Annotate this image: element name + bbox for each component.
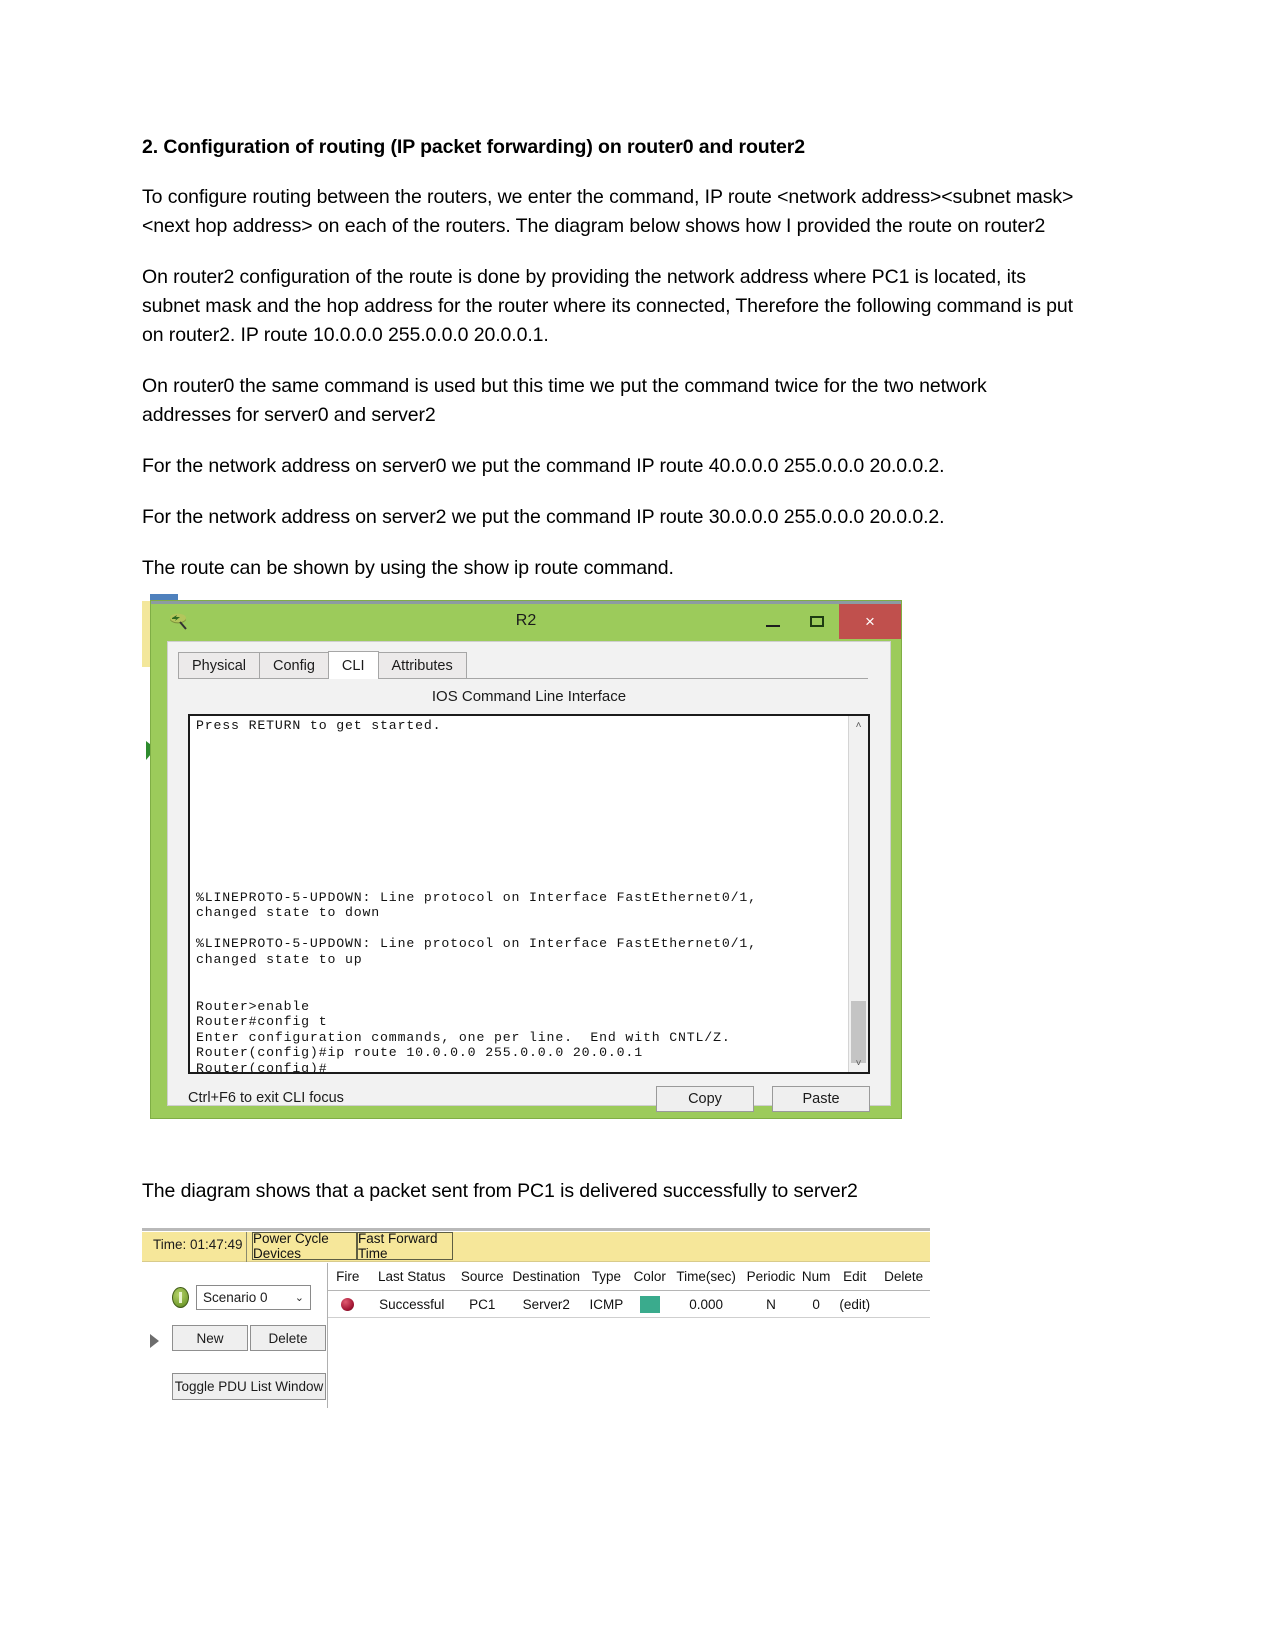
cell-destination: Server2 <box>522 1296 570 1312</box>
new-scenario-button[interactable]: New <box>172 1325 248 1351</box>
cell-type: ICMP <box>589 1296 624 1312</box>
toggle-pdu-list-window-button[interactable]: Toggle PDU List Window <box>172 1373 326 1400</box>
window-content: Physical Config CLI Attributes IOS Comma… <box>167 641 891 1112</box>
cli-terminal[interactable]: Press RETURN to get started. %LINEPROTO-… <box>188 714 870 1074</box>
window-controls: × <box>751 604 901 639</box>
cell-color <box>629 1295 670 1313</box>
minimize-icon <box>766 624 780 627</box>
tab-physical[interactable]: Physical <box>178 652 260 678</box>
cli-focus-hint: Ctrl+F6 to exit CLI focus <box>188 1090 344 1106</box>
column-header-num: Num <box>801 1269 831 1284</box>
column-header-destination: Destination <box>512 1269 580 1284</box>
column-header-time: Time(sec) <box>676 1269 736 1284</box>
router-cli-window: R2 × Physical Config CLI Attributes IOS … <box>150 600 902 1119</box>
column-header-source: Source <box>460 1269 504 1284</box>
delete-scenario-button[interactable]: Delete <box>250 1325 326 1351</box>
chevron-down-icon: ⌄ <box>294 1292 304 1304</box>
cell-periodic: N <box>766 1296 776 1312</box>
paragraph-3: On router0 the same command is used but … <box>142 374 987 427</box>
column-header-periodic: Periodic <box>746 1269 796 1284</box>
scenario-dropdown[interactable]: Scenario 0 ⌄ <box>196 1285 311 1310</box>
column-header-type: Type <box>591 1269 622 1284</box>
document-body: 2. Configuration of routing (IP packet f… <box>142 135 1074 605</box>
fast-forward-time-button[interactable]: Fast Forward Time <box>357 1231 453 1261</box>
cell-time: 0.000 <box>689 1296 724 1312</box>
pdu-table: Fire Last Status Source Destination Type… <box>328 1263 930 1318</box>
column-header-color: Color <box>633 1269 666 1284</box>
paste-button[interactable]: Paste <box>772 1086 870 1112</box>
tab-config[interactable]: Config <box>259 652 329 678</box>
cli-section-title: IOS Command Line Interface <box>431 688 627 705</box>
page-heading: 2. Configuration of routing (IP packet f… <box>142 136 805 158</box>
tab-attributes[interactable]: Attributes <box>377 652 467 678</box>
paragraph-5: For the network address on server2 we pu… <box>142 506 945 529</box>
window-titlebar[interactable]: R2 × <box>151 601 901 639</box>
scenario-dropdown-value: Scenario 0 <box>203 1290 268 1305</box>
paragraph-4: For the network address on server0 we pu… <box>142 455 945 478</box>
cell-source: PC1 <box>469 1296 496 1312</box>
scroll-down-icon[interactable]: ˅ <box>849 1054 868 1072</box>
close-button[interactable]: × <box>839 604 901 639</box>
expand-arrow-icon[interactable] <box>150 1334 159 1348</box>
cell-edit[interactable]: (edit) <box>832 1297 877 1312</box>
simulation-time: Time: 01:47:49 <box>153 1237 243 1252</box>
column-header-delete: Delete <box>884 1269 924 1284</box>
power-cycle-devices-button[interactable]: Power Cycle Devices <box>252 1231 357 1261</box>
simulation-panel-figure: Time: 01:47:49 Power Cycle Devices Fast … <box>142 1228 930 1408</box>
scenario-info-icon <box>172 1287 189 1308</box>
cli-terminal-text: Press RETURN to get started. %LINEPROTO-… <box>196 718 757 1074</box>
caption-paragraph: The diagram shows that a packet sent fro… <box>142 1180 858 1202</box>
device-tabs: Physical Config CLI Attributes <box>178 651 868 679</box>
scenario-controls: Scenario 0 ⌄ New Delete Toggle PDU List … <box>142 1263 327 1408</box>
column-header-edit: Edit <box>843 1269 867 1284</box>
cli-scrollbar[interactable]: ˄ ˅ <box>848 716 868 1072</box>
minimize-button[interactable] <box>751 604 795 639</box>
cli-footer: Ctrl+F6 to exit CLI focus Copy Paste <box>188 1086 870 1114</box>
table-row[interactable]: Successful PC1 Server2 ICMP 0.000 N 0 (e… <box>328 1291 930 1318</box>
fire-dot-icon[interactable] <box>341 1298 355 1312</box>
color-swatch-icon <box>639 1295 660 1313</box>
cell-last-status: Successful <box>379 1296 445 1312</box>
tab-cli[interactable]: CLI <box>327 651 379 679</box>
paragraph-1: To configure routing between the routers… <box>142 185 1074 237</box>
toolbar-separator <box>246 1232 247 1262</box>
maximize-button[interactable] <box>795 604 839 639</box>
cli-screenshot-figure: R2 × Physical Config CLI Attributes IOS … <box>142 592 902 1119</box>
column-header-last-status: Last Status <box>377 1269 446 1284</box>
copy-button[interactable]: Copy <box>656 1086 754 1112</box>
paragraph-6: The route can be shown by using the show… <box>142 557 674 580</box>
scenario-selector-row: Scenario 0 ⌄ <box>172 1285 311 1310</box>
cell-num: 0 <box>812 1296 820 1312</box>
pdu-table-header: Fire Last Status Source Destination Type… <box>328 1263 930 1291</box>
maximize-icon <box>810 616 824 627</box>
column-header-fire: Fire <box>336 1269 360 1284</box>
cell-fire[interactable] <box>328 1297 368 1312</box>
pdu-table-empty-area <box>328 1316 930 1408</box>
scroll-up-icon[interactable]: ˄ <box>849 716 868 734</box>
paragraph-2: On router2 configuration of the route is… <box>142 265 1073 346</box>
